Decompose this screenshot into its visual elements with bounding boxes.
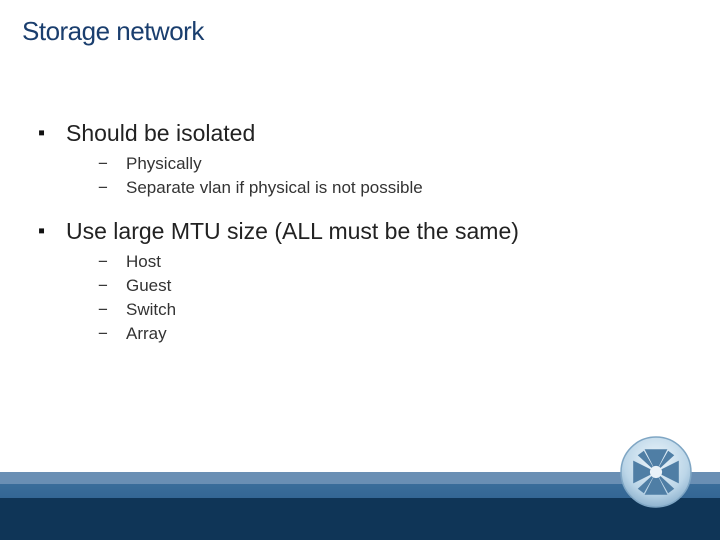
bullet-level2: − Array [98,322,678,346]
bullet-text: Should be isolated [66,118,255,148]
dash-bullet-icon: − [98,298,126,322]
sub-bullet-text: Array [126,322,167,346]
dash-bullet-icon: − [98,176,126,200]
square-bullet-icon: ▪ [38,216,66,246]
bullet-level2: − Physically [98,152,678,176]
slide-content: ▪ Should be isolated − Physically − Sepa… [38,118,678,362]
sub-bullet-text: Physically [126,152,202,176]
sub-bullet-text: Guest [126,274,171,298]
bullet-level2: − Host [98,250,678,274]
bullet-level2: − Separate vlan if physical is not possi… [98,176,678,200]
bullet-level2: − Switch [98,298,678,322]
sub-bullet-text: Host [126,250,161,274]
dash-bullet-icon: − [98,322,126,346]
logo-icon [618,434,694,510]
sub-bullet-text: Switch [126,298,176,322]
dash-bullet-icon: − [98,250,126,274]
footer-band-light [0,472,720,484]
bullet-text: Use large MTU size (ALL must be the same… [66,216,519,246]
dash-bullet-icon: − [98,274,126,298]
slide-title: Storage network [22,16,204,47]
subgroup: − Physically − Separate vlan if physical… [98,152,678,200]
footer-band-dark [0,498,720,540]
dash-bullet-icon: − [98,152,126,176]
bullet-level2: − Guest [98,274,678,298]
bullet-level1: ▪ Use large MTU size (ALL must be the sa… [38,216,678,246]
slide: Storage network ▪ Should be isolated − P… [0,0,720,540]
square-bullet-icon: ▪ [38,118,66,148]
sub-bullet-text: Separate vlan if physical is not possibl… [126,176,423,200]
subgroup: − Host − Guest − Switch − Array [98,250,678,346]
bullet-level1: ▪ Should be isolated [38,118,678,148]
